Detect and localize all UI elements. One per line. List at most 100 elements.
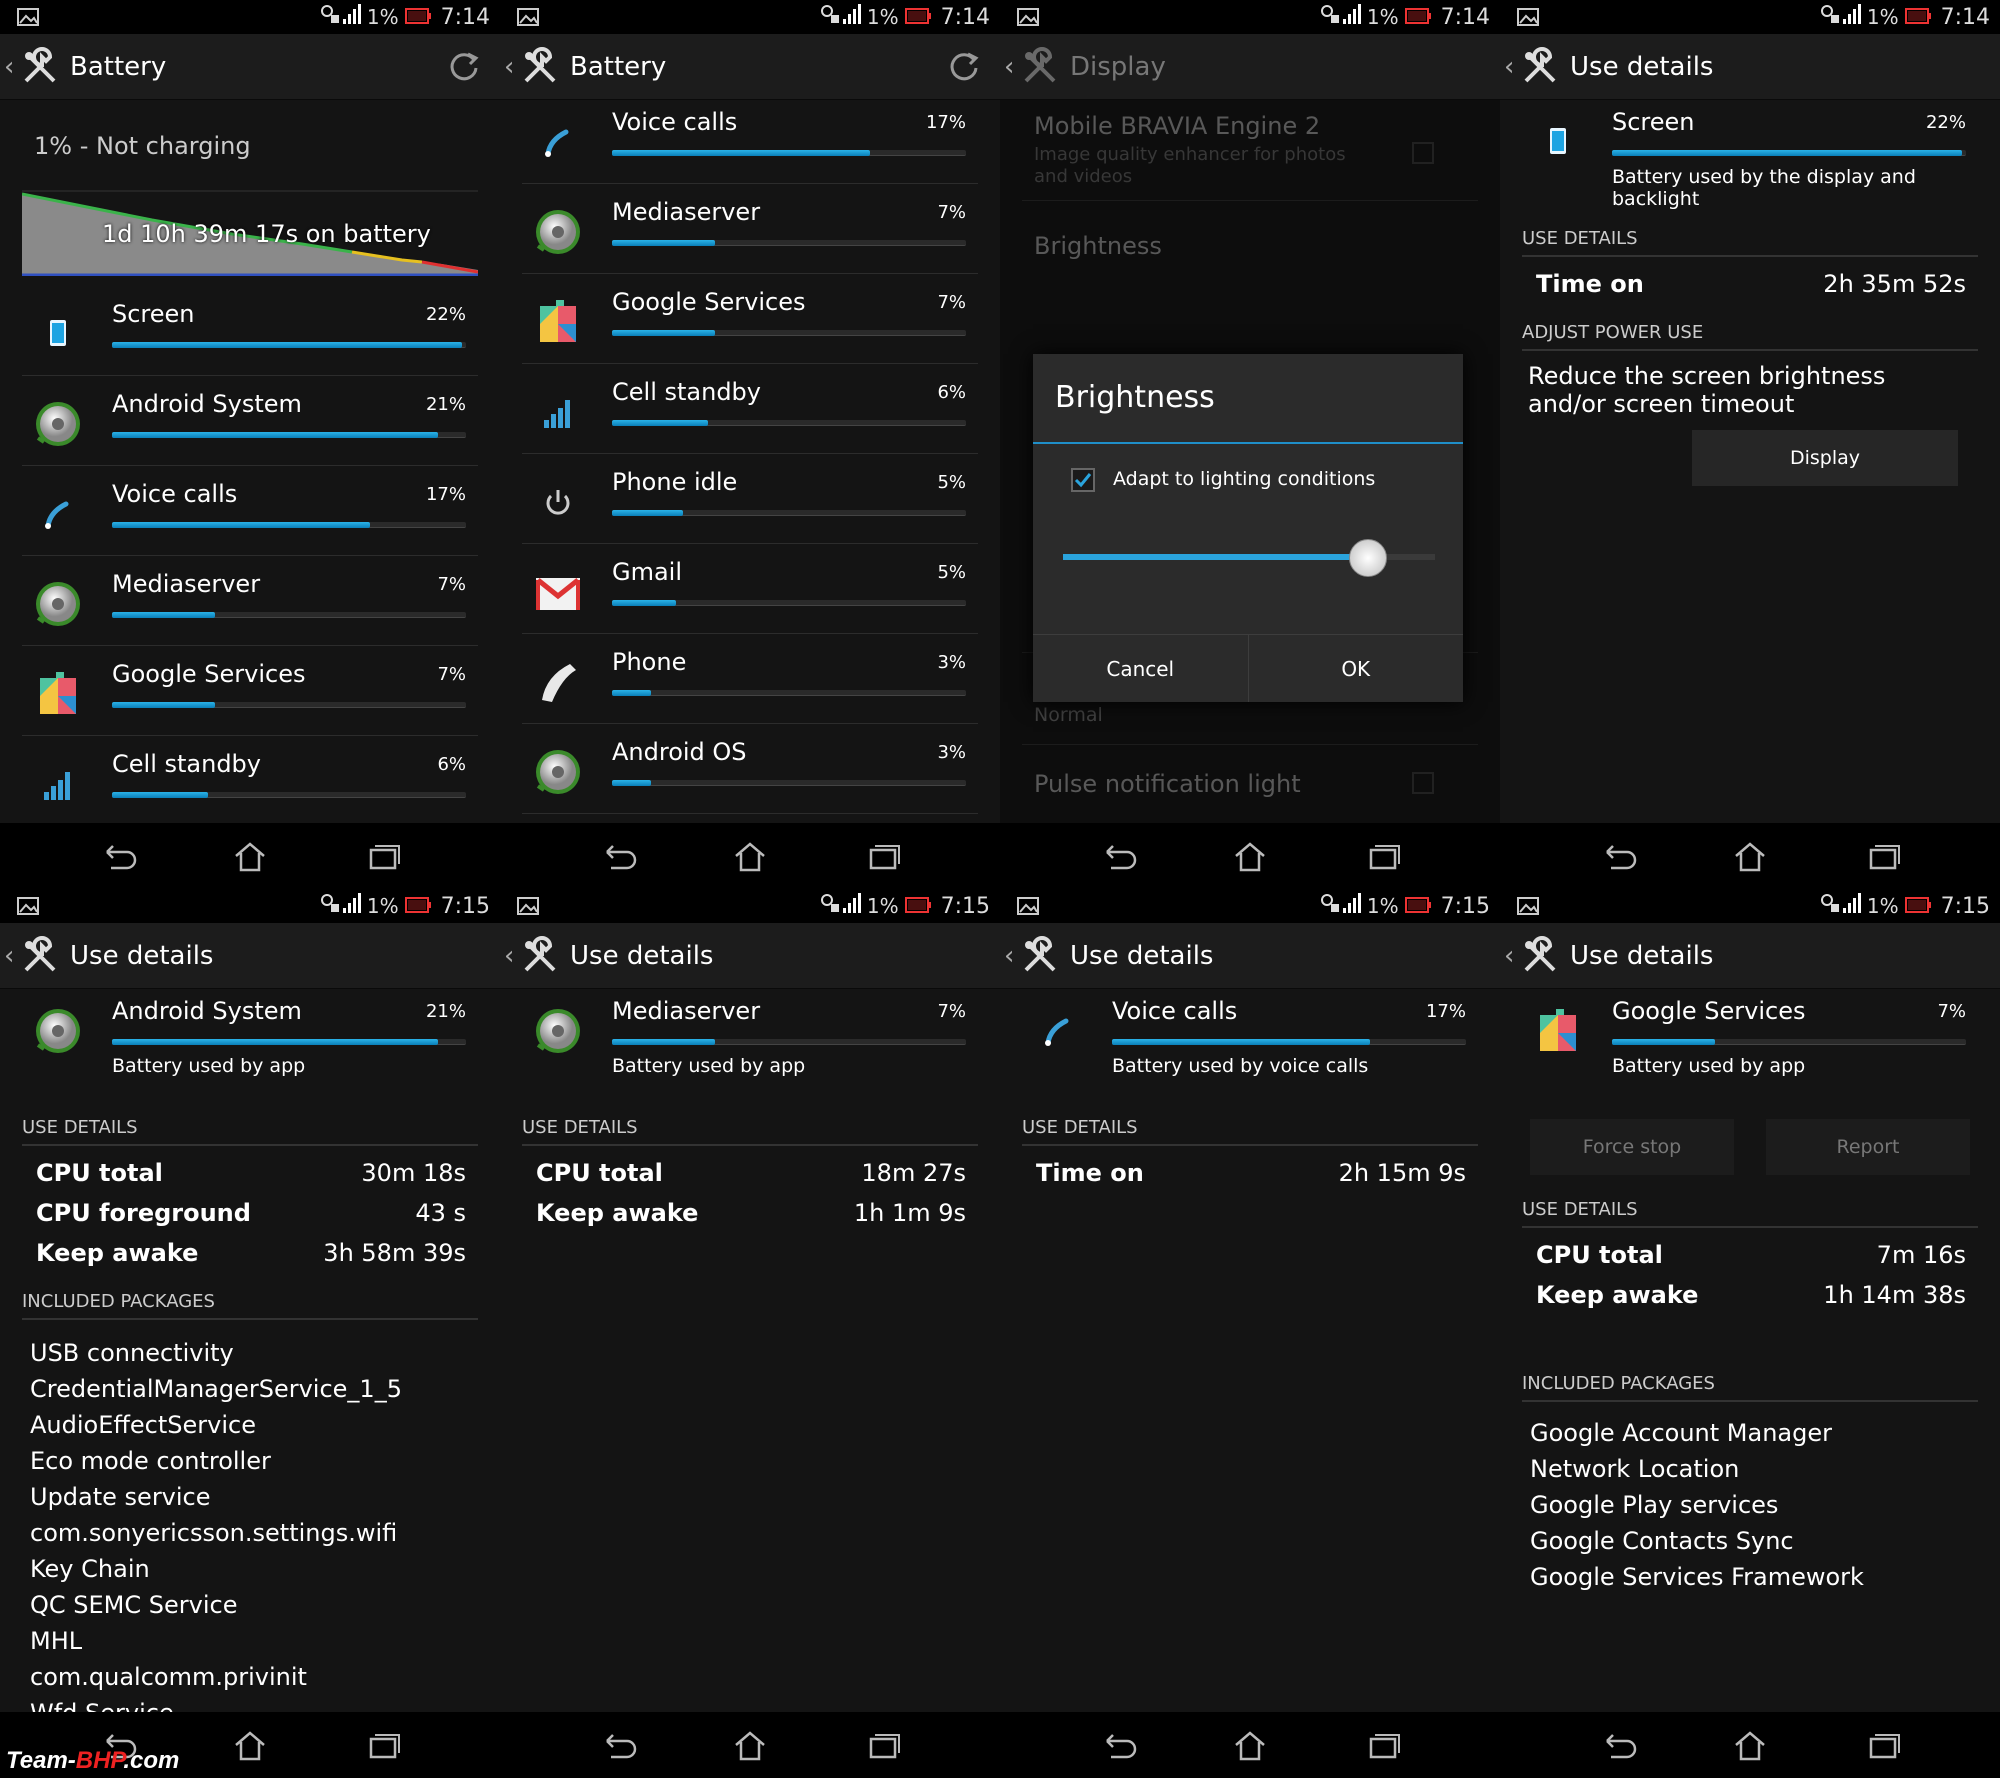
report-button[interactable]: Report	[1766, 1119, 1970, 1175]
refresh-icon[interactable]	[946, 48, 982, 84]
page-title: Battery	[570, 51, 667, 82]
usage-row[interactable]: Mediaserver 7% Battery used by app	[522, 989, 978, 1077]
usage-percent: 7%	[937, 1001, 966, 1022]
action-bar[interactable]: ‹ Use details	[1000, 923, 1500, 989]
recent-apps-icon[interactable]	[1863, 1727, 1903, 1763]
home-nav-icon[interactable]	[230, 1727, 270, 1763]
dialog-title-divider	[1033, 442, 1463, 444]
slider-thumb[interactable]	[1349, 539, 1388, 577]
back-nav-icon[interactable]	[97, 838, 137, 874]
signal-icon	[1320, 892, 1361, 920]
usage-row[interactable]: Android OS 3%	[522, 724, 978, 814]
usage-row[interactable]: Google Services 7%	[522, 274, 978, 364]
cancel-button[interactable]: Cancel	[1033, 635, 1248, 702]
back-caret-icon[interactable]: ‹	[1004, 943, 1018, 969]
gallery-notification-icon	[16, 7, 40, 27]
usage-row[interactable]: Screen 22% Battery used by the display and…	[1522, 100, 1978, 210]
back-caret-icon[interactable]: ‹	[1504, 54, 1518, 80]
recent-apps-icon[interactable]	[863, 1727, 903, 1763]
action-bar[interactable]: ‹ Battery	[500, 34, 1000, 100]
action-bar[interactable]: ‹ Use details	[1500, 34, 2000, 100]
recent-apps-icon[interactable]	[1363, 1727, 1403, 1763]
usage-label: Voice calls	[612, 108, 738, 136]
status-bar: 1% 7:15	[500, 889, 1000, 923]
mediaserver-icon	[32, 578, 84, 630]
recent-apps-icon[interactable]	[863, 838, 903, 874]
home-nav-icon[interactable]	[230, 838, 270, 874]
usage-row[interactable]: Google Services 7%	[22, 646, 478, 736]
usage-bar-fill	[112, 432, 438, 438]
back-nav-icon[interactable]	[597, 1727, 637, 1763]
back-nav-icon[interactable]	[1597, 838, 1637, 874]
team-bhp-watermark-logo: Team-BHP.com	[4, 1744, 194, 1776]
force-stop-button[interactable]: Force stop	[1530, 1119, 1734, 1175]
usage-row[interactable]: Phone idle 5%	[522, 454, 978, 544]
refresh-icon[interactable]	[446, 48, 482, 84]
usage-row[interactable]: Android System 21% Battery used by app	[22, 989, 478, 1077]
ok-button[interactable]: OK	[1247, 635, 1464, 702]
usage-row[interactable]: Google Services 7% Battery used by app	[1522, 989, 1978, 1077]
detail-key: CPU total	[1536, 1241, 1663, 1269]
back-nav-icon[interactable]	[597, 838, 637, 874]
use-details-header: USE DETAILS	[1522, 228, 1978, 257]
usage-row[interactable]: Mediaserver 7%	[22, 556, 478, 646]
recent-apps-icon[interactable]	[1863, 838, 1903, 874]
back-nav-icon[interactable]	[1597, 1727, 1637, 1763]
detail-value: 18m 27s	[861, 1159, 966, 1187]
usage-row[interactable]: Screen 22%	[22, 286, 478, 376]
usage-percent: 3%	[937, 742, 966, 763]
home-nav-icon[interactable]	[1730, 1727, 1770, 1763]
page-title: Use details	[70, 940, 214, 971]
home-nav-icon[interactable]	[730, 838, 770, 874]
home-nav-icon[interactable]	[730, 1727, 770, 1763]
recent-apps-icon[interactable]	[1363, 838, 1403, 874]
usage-row[interactable]: Android System 21%	[22, 376, 478, 466]
action-bar[interactable]: ‹ Use details	[0, 923, 500, 989]
usage-row[interactable]: Phone 3%	[522, 634, 978, 724]
usage-bar	[612, 690, 966, 696]
battery-icon	[1904, 5, 1931, 30]
usage-row[interactable]: Voice calls 17% Battery used by voice call…	[1022, 989, 1478, 1077]
usage-percent: 21%	[425, 1001, 466, 1022]
usage-row[interactable]: Cell standby 6%	[22, 736, 478, 823]
action-bar[interactable]: ‹ Battery	[0, 34, 500, 100]
gallery-notification-icon	[1016, 7, 1040, 27]
svg-text:Team-BHP.com: Team-BHP.com	[6, 1747, 179, 1774]
action-bar[interactable]: ‹ Use details	[1500, 923, 2000, 989]
recent-apps-icon[interactable]	[363, 838, 403, 874]
back-caret-icon[interactable]: ‹	[1004, 54, 1018, 80]
usage-row[interactable]: Mediaserver 7%	[522, 184, 978, 274]
display-button[interactable]: Display	[1692, 430, 1958, 486]
detail-value: 2h 35m 52s	[1823, 270, 1966, 298]
signal-icon	[320, 892, 361, 920]
cell-standby-icon-glyph	[532, 386, 584, 438]
usage-bar-fill	[112, 792, 208, 798]
status-bar: 1% 7:15	[1000, 889, 1500, 923]
battery-icon	[1404, 5, 1431, 30]
action-bar[interactable]: ‹ Display	[1000, 34, 1500, 100]
usage-row[interactable]: Voice calls 17%	[522, 100, 978, 184]
usage-label: Screen	[1612, 108, 1695, 136]
back-nav-icon[interactable]	[1097, 1727, 1137, 1763]
home-nav-icon[interactable]	[1230, 838, 1270, 874]
battery-history-chart[interactable]: 1d 10h 39m 17s on battery	[21, 190, 479, 277]
usage-row[interactable]: Gmail 5%	[522, 544, 978, 634]
home-nav-icon[interactable]	[1230, 1727, 1270, 1763]
usage-bar	[1612, 150, 1966, 156]
usage-label: Voice calls	[1112, 997, 1238, 1025]
recent-apps-icon[interactable]	[363, 1727, 403, 1763]
back-caret-icon[interactable]: ‹	[1504, 943, 1518, 969]
back-nav-icon[interactable]	[1097, 838, 1137, 874]
home-nav-icon[interactable]	[1730, 838, 1770, 874]
usage-row[interactable]: Voice calls 17%	[22, 466, 478, 556]
back-caret-icon[interactable]: ‹	[4, 943, 18, 969]
action-bar[interactable]: ‹ Use details	[500, 923, 1000, 989]
usage-row[interactable]: Cell standby 6%	[522, 364, 978, 454]
back-caret-icon[interactable]: ‹	[4, 54, 18, 80]
content-area: 1% - Not charging 1d 10h 39m 17s on batte…	[0, 100, 500, 823]
usage-label: Phone	[612, 648, 687, 676]
back-caret-icon[interactable]: ‹	[504, 943, 518, 969]
back-caret-icon[interactable]: ‹	[504, 54, 518, 80]
adapt-checkbox[interactable]	[1071, 468, 1095, 492]
usage-bar-fill	[1612, 150, 1963, 156]
